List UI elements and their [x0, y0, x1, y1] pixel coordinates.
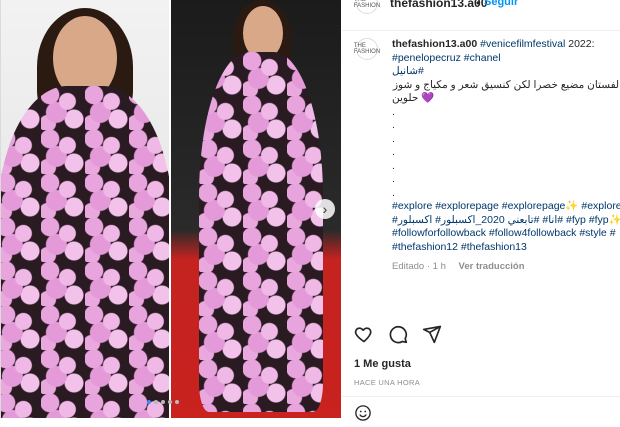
avatar[interactable]: THE FASHION: [353, 38, 381, 60]
carousel-dot: [147, 400, 151, 404]
follow-button[interactable]: Seguir: [484, 0, 518, 8]
caption-body: thefashion13.a00 #venicefilmfestival 202…: [392, 38, 620, 274]
post-header: THE FASHION thefashion13.a00 • Seguir: [342, 0, 620, 31]
carousel-dot: [168, 400, 172, 404]
hashtag-link[interactable]: #venicefilmfestival: [480, 38, 565, 50]
caption-dot: .: [392, 146, 395, 158]
avatar-text: THE FASHION: [353, 43, 381, 55]
post-photo-left: [1, 0, 169, 418]
hashtag-link[interactable]: شانيل#: [392, 65, 620, 79]
caption-text: الفستان مضيع خصرا لكن كنسيق شعر و مكياج …: [392, 78, 620, 91]
likes-count[interactable]: 1 Me gusta: [354, 358, 411, 370]
hashtag-link[interactable]: #followforfollowback #follow4followback …: [392, 227, 620, 241]
comment-icon[interactable]: [388, 324, 408, 344]
next-arrow-icon[interactable]: ›: [315, 199, 335, 219]
dress-shape: [1, 86, 169, 418]
header-username[interactable]: thefashion13.a00: [390, 0, 487, 10]
post-media-carousel[interactable]: ›: [1, 0, 341, 418]
caption-text: 2022:: [565, 38, 595, 50]
caption-username[interactable]: thefashion13.a00: [392, 38, 477, 50]
post-timestamp: HACE UNA HORA: [354, 378, 420, 387]
hashtag-link[interactable]: #thefashion12 #thefashion13: [392, 241, 620, 255]
comment-row: [354, 404, 372, 427]
heart-icon[interactable]: [354, 324, 374, 344]
post-side-panel: THE FASHION thefashion13.a00 • Seguir TH…: [342, 0, 620, 421]
carousel-dot: [161, 400, 165, 404]
caption-text: حلوين 💜: [392, 92, 435, 104]
photo-divider: [169, 0, 171, 418]
caption-dot: .: [392, 186, 395, 199]
hashtag-link[interactable]: #explore #explorepage #explorepage✨ #exp…: [392, 200, 620, 214]
caption-dot: .: [392, 132, 395, 145]
dress-shape: [199, 52, 323, 412]
share-icon[interactable]: [422, 324, 442, 344]
caption-dot: .: [392, 173, 395, 185]
divider: [342, 396, 620, 397]
caption-dot: .: [392, 119, 395, 131]
caption-meta: Editado · 1 h Ver traducción: [392, 260, 620, 274]
avatar-text: THE FASHION: [353, 0, 381, 9]
carousel-dot: [154, 400, 158, 404]
emoji-icon[interactable]: [354, 404, 372, 427]
post-actions: [354, 324, 442, 344]
caption-dot: .: [392, 105, 395, 118]
see-translation-link[interactable]: Ver traducción: [459, 261, 525, 272]
caption-dot: .: [392, 159, 395, 172]
carousel-dot: [175, 400, 179, 404]
instagram-post: › THE FASHION thefashion13.a00 • Seguir …: [0, 0, 620, 421]
avatar[interactable]: THE FASHION: [353, 0, 381, 14]
hashtag-link[interactable]: #penelopecruz #chanel: [392, 52, 620, 66]
header-separator: •: [476, 0, 481, 10]
hashtag-link[interactable]: #انا# #تابعني 2020_اكسبلور# اكسبلور# #fy…: [392, 214, 620, 228]
edited-label: Editado · 1 h: [392, 261, 446, 272]
carousel-indicator: [147, 400, 179, 404]
